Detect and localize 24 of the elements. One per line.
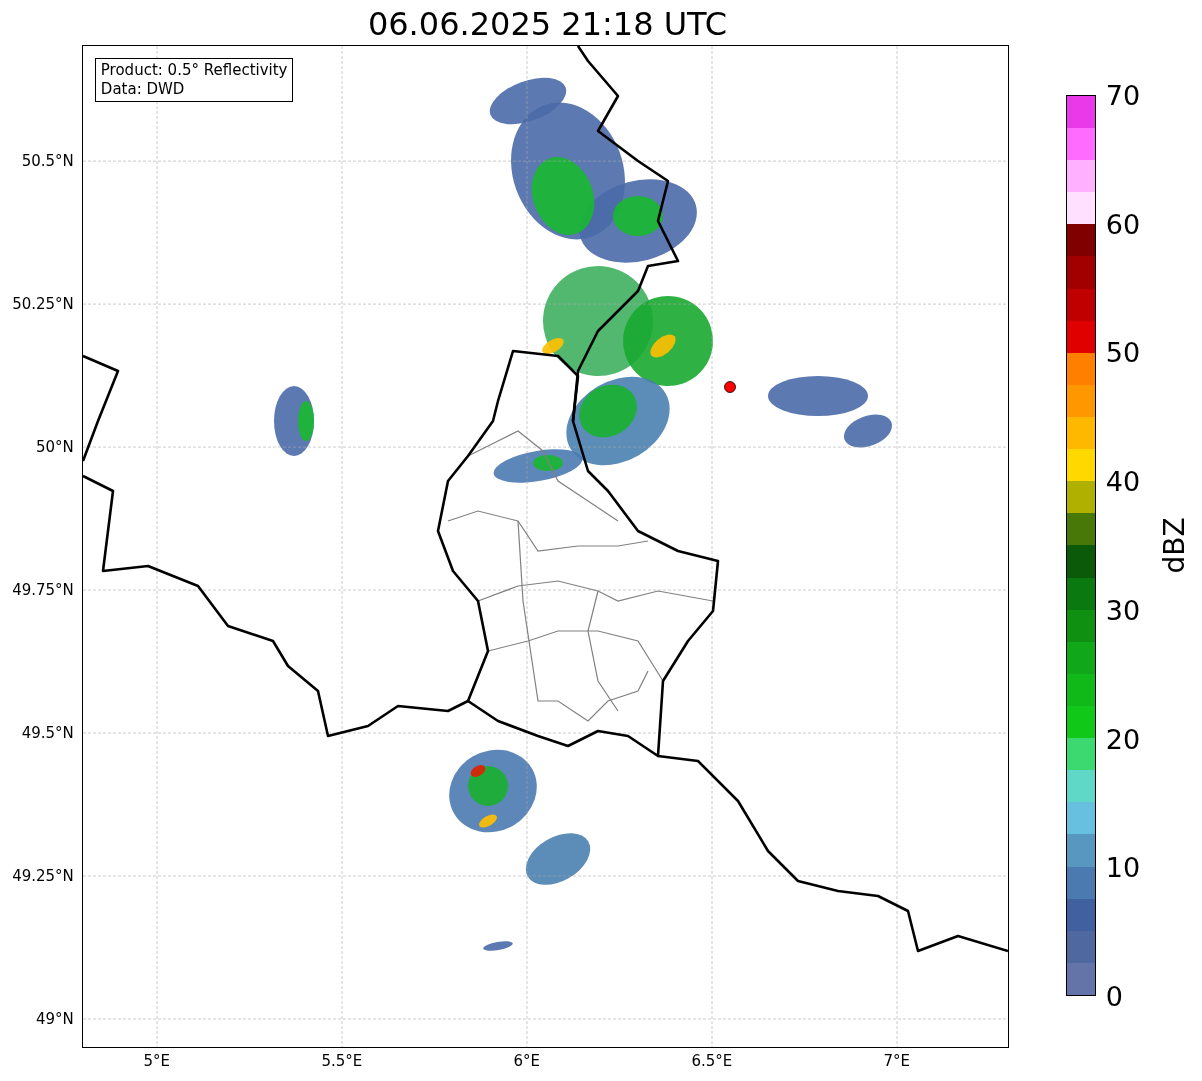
colorbar-tick-label: 60 (1105, 208, 1141, 240)
longitude-label: 7°E (883, 1052, 911, 1070)
chart-title: 06.06.2025 21:18 UTC (366, 4, 729, 45)
latitude-label: 49.5°N (21, 724, 74, 742)
colorbar-tick-label: 0 (1105, 980, 1123, 1012)
latitude-label: 49.25°N (12, 867, 74, 885)
longitude-label: 5.5°E (321, 1052, 363, 1070)
colorbar-tick-label: 20 (1105, 723, 1141, 755)
colorbar-tick-label: 40 (1105, 465, 1141, 497)
latitude-label: 50°N (36, 438, 74, 457)
latitude-label: 49°N (36, 1009, 74, 1028)
longitude-label: 5°E (143, 1052, 171, 1070)
longitude-label: 6°E (513, 1052, 541, 1070)
colorbar-label: dBZ (1157, 517, 1191, 574)
colorbar-tick-label: 50 (1105, 336, 1141, 368)
latitude-label: 50.25°N (12, 295, 74, 314)
latitude-label: 50.5°N (21, 152, 74, 171)
colorbar-tick-label: 70 (1105, 79, 1141, 111)
latitude-label: 49.75°N (12, 581, 74, 600)
colorbar-tick-label: 30 (1105, 594, 1141, 626)
info-text: Product: 0.5° Reflectivity (100, 61, 288, 80)
info-text: Data: DWD (100, 80, 186, 99)
longitude-label: 6.5°E (691, 1052, 733, 1070)
colorbar-tick-label: 10 (1105, 851, 1141, 883)
